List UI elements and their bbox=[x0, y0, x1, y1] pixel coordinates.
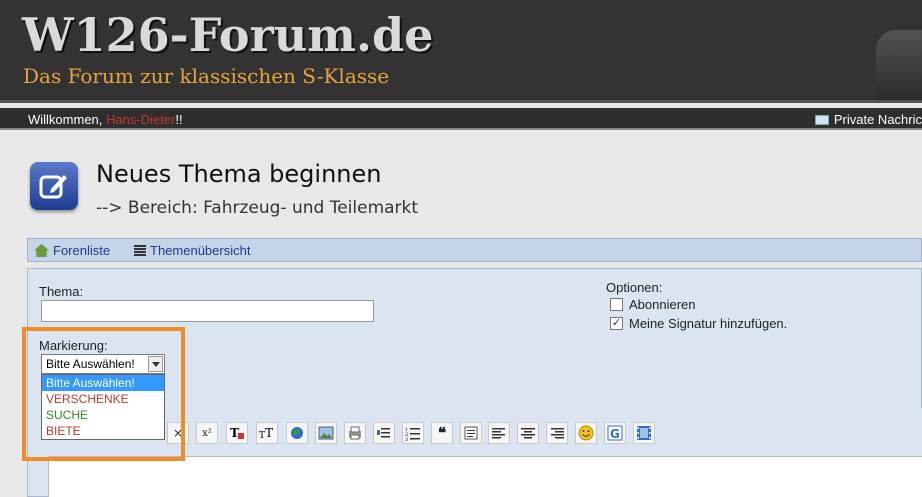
username-link[interactable]: Hans-Dieter bbox=[106, 112, 175, 127]
google-button[interactable]: G bbox=[604, 422, 626, 444]
svg-text:T: T bbox=[230, 426, 239, 440]
svg-text:T: T bbox=[265, 426, 273, 440]
pm-label: Private Nachric bbox=[833, 112, 922, 127]
smiley-icon bbox=[578, 425, 594, 441]
align-left-button[interactable] bbox=[488, 422, 510, 444]
signatur-option[interactable]: ✓ Meine Signatur hinzufügen. bbox=[610, 316, 787, 331]
signatur-label: Meine Signatur hinzufügen. bbox=[629, 316, 788, 331]
image-button[interactable] bbox=[315, 422, 337, 444]
quote-icon: ❝ bbox=[437, 424, 447, 442]
highlight-box bbox=[22, 327, 185, 461]
thema-label: Thema: bbox=[39, 284, 84, 299]
smiley-button[interactable] bbox=[575, 422, 597, 444]
signatur-checkbox[interactable]: ✓ bbox=[610, 317, 623, 330]
forum-nav-bar: Forenliste Themenübersicht bbox=[27, 238, 922, 262]
site-tagline: Das Forum zur klassischen S-Klasse bbox=[23, 64, 390, 88]
video-button[interactable] bbox=[633, 422, 655, 444]
align-right-icon bbox=[551, 428, 564, 439]
edit-icon bbox=[39, 175, 67, 199]
globe-icon bbox=[291, 427, 303, 439]
link-button[interactable] bbox=[286, 422, 308, 444]
page-title: Neues Thema beginnen bbox=[96, 160, 382, 188]
superscript-button[interactable]: x² bbox=[196, 422, 218, 444]
home-icon bbox=[34, 244, 49, 257]
nav-forenliste-label: Forenliste bbox=[53, 243, 111, 258]
font-color-button[interactable]: T bbox=[226, 422, 248, 444]
superscript-icon: x² bbox=[202, 427, 212, 439]
header-decoration bbox=[876, 30, 922, 100]
private-messages-link[interactable]: Private Nachric bbox=[814, 112, 922, 127]
align-left-icon bbox=[492, 428, 505, 439]
google-icon: G bbox=[607, 425, 623, 441]
options-label: Optionen: bbox=[606, 280, 663, 295]
print-button[interactable] bbox=[344, 422, 366, 444]
welcome-suffix: !! bbox=[175, 112, 183, 127]
indent-icon bbox=[377, 428, 390, 438]
indent-button[interactable] bbox=[373, 422, 395, 444]
welcome-prefix: Willkommen, bbox=[28, 112, 107, 127]
nav-forenliste[interactable]: Forenliste bbox=[34, 243, 110, 258]
align-center-icon bbox=[521, 428, 535, 439]
ordered-list-icon: 123 bbox=[405, 427, 420, 441]
abonnieren-option[interactable]: Abonnieren bbox=[610, 297, 696, 312]
nav-themenuebersicht-label: Themenübersicht bbox=[150, 243, 251, 258]
envelope-icon bbox=[814, 114, 829, 125]
code-button[interactable] bbox=[460, 422, 482, 444]
site-header: W126-Forum.de Das Forum zur klassischen … bbox=[0, 0, 922, 103]
film-icon bbox=[637, 426, 651, 440]
nav-themenuebersicht[interactable]: Themenübersicht bbox=[134, 243, 250, 258]
align-right-button[interactable] bbox=[546, 422, 568, 444]
site-logo[interactable]: W126-Forum.de bbox=[22, 8, 433, 62]
abonnieren-label: Abonnieren bbox=[629, 297, 696, 312]
quote-button[interactable]: ❝ bbox=[431, 422, 453, 444]
message-editor[interactable] bbox=[48, 456, 922, 497]
user-bar: Willkommen, Hans-Dieter!! Private Nachri… bbox=[0, 108, 922, 130]
list-icon bbox=[134, 245, 146, 256]
font-size-button[interactable]: TT bbox=[256, 422, 278, 444]
printer-icon bbox=[349, 426, 361, 440]
svg-text:3: 3 bbox=[405, 437, 408, 441]
svg-text:G: G bbox=[610, 427, 620, 441]
new-topic-icon bbox=[30, 162, 78, 210]
welcome-text: Willkommen, Hans-Dieter!! bbox=[28, 112, 183, 127]
thema-input[interactable] bbox=[41, 300, 374, 322]
page-subtitle: --> Bereich: Fahrzeug- und Teilemarkt bbox=[96, 198, 419, 218]
image-icon bbox=[318, 426, 334, 440]
font-size-icon: TT bbox=[259, 426, 273, 441]
abonnieren-checkbox[interactable] bbox=[610, 298, 623, 311]
ordered-list-button[interactable]: 123 bbox=[402, 422, 424, 444]
font-color-icon: T bbox=[230, 426, 244, 440]
code-icon bbox=[464, 426, 478, 440]
align-center-button[interactable] bbox=[517, 422, 539, 444]
